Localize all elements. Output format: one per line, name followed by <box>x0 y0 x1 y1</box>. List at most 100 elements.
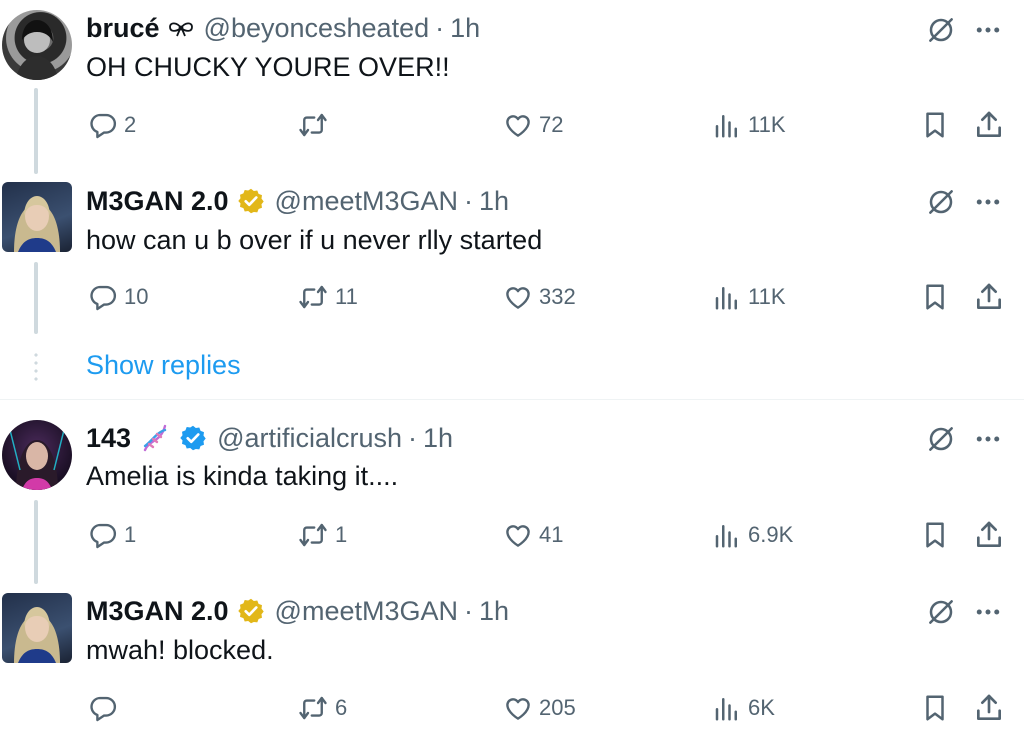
timestamp[interactable]: 1h <box>479 186 509 217</box>
views-count: 11K <box>748 284 786 309</box>
like-button[interactable]: 72 <box>503 110 563 140</box>
like-button[interactable]: 205 <box>503 693 576 723</box>
reply-button[interactable]: 10 <box>88 282 148 312</box>
reply-icon <box>88 520 118 550</box>
reply-icon <box>88 282 118 312</box>
repost-button[interactable]: 11 <box>297 282 358 312</box>
verified-badge-icon <box>237 597 265 625</box>
views-icon <box>712 282 742 312</box>
avatar-image <box>16 20 58 80</box>
tweet-text: how can u b over if u never rlly started <box>86 225 543 255</box>
views-icon <box>712 110 742 140</box>
reply-count: 10 <box>124 284 149 309</box>
user-handle[interactable]: @artificialcrush <box>217 423 402 454</box>
share-icon[interactable] <box>973 281 1005 313</box>
avatar[interactable] <box>2 10 72 80</box>
display-name[interactable]: M3GAN 2.0 <box>86 186 229 217</box>
repost-icon <box>297 110 329 140</box>
grok-icon[interactable] <box>925 596 957 628</box>
repost-icon <box>297 693 329 723</box>
like-icon <box>503 110 533 140</box>
separator-dot: · <box>408 422 418 453</box>
views-button[interactable]: 11K <box>712 282 786 312</box>
reply-count: 2 <box>124 112 137 137</box>
tweet-text: Amelia is kinda taking it.... <box>86 461 399 491</box>
views-count: 11K <box>748 112 786 137</box>
avatar[interactable] <box>2 420 72 490</box>
grok-icon[interactable] <box>925 186 957 218</box>
tweet[interactable]: M3GAN 2.0 @meetM3GAN · 1h how can u b ov… <box>0 170 1024 350</box>
separator-dot: · <box>464 595 473 626</box>
tweet[interactable]: brucé @beyoncesheated · 1h OH CHUCKY YOU… <box>0 0 1024 174</box>
bookmark-icon[interactable] <box>920 693 950 723</box>
like-icon <box>503 693 533 723</box>
avatar[interactable] <box>2 593 72 663</box>
more-options-icon[interactable] <box>973 15 1003 45</box>
separator-dot: · <box>435 12 445 43</box>
tweet-text: OH CHUCKY YOURE OVER!! <box>86 52 450 82</box>
share-icon[interactable] <box>973 519 1005 551</box>
like-button[interactable]: 41 <box>503 520 563 550</box>
repost-icon <box>297 282 329 312</box>
user-handle[interactable]: @meetM3GAN <box>275 596 458 627</box>
bow-icon <box>168 18 194 38</box>
more-options-icon[interactable] <box>973 187 1003 217</box>
reply-button[interactable]: 2 <box>88 110 136 140</box>
grok-icon[interactable] <box>925 14 957 46</box>
like-count: 72 <box>539 112 564 137</box>
views-count: 6K <box>748 695 775 720</box>
thread-line <box>34 262 38 334</box>
avatar-image <box>9 429 65 490</box>
repost-button[interactable]: 1 <box>297 520 347 550</box>
views-button[interactable]: 6K <box>712 693 775 723</box>
show-replies-link[interactable]: Show replies <box>86 350 241 381</box>
timestamp[interactable]: 1h <box>450 13 480 44</box>
like-count: 205 <box>539 695 576 720</box>
share-icon[interactable] <box>973 109 1005 141</box>
repost-button[interactable]: 6 <box>297 693 347 723</box>
bookmark-icon[interactable] <box>920 282 950 312</box>
user-handle[interactable]: @beyoncesheated <box>204 13 430 44</box>
display-name[interactable]: 143 <box>86 423 131 454</box>
like-count: 41 <box>539 522 564 547</box>
reply-icon <box>88 110 118 140</box>
separator-dot: · <box>464 185 473 216</box>
like-icon <box>503 520 533 550</box>
bookmark-icon[interactable] <box>920 520 950 550</box>
avatar[interactable] <box>2 182 72 252</box>
repost-count: 6 <box>335 695 348 720</box>
views-icon <box>712 693 742 723</box>
repost-button[interactable] <box>297 110 335 140</box>
views-icon <box>712 520 742 550</box>
grok-icon[interactable] <box>925 423 957 455</box>
like-button[interactable]: 332 <box>503 282 576 312</box>
repost-count: 11 <box>335 284 358 309</box>
reply-button[interactable]: 1 <box>88 520 136 550</box>
bookmark-icon[interactable] <box>920 110 950 140</box>
like-icon <box>503 282 533 312</box>
display-name[interactable]: brucé <box>86 13 160 44</box>
tweet[interactable]: 143 @artificialcrush · 1h Amelia is kind… <box>0 400 1024 584</box>
repost-count: 1 <box>335 522 348 547</box>
display-name[interactable]: M3GAN 2.0 <box>86 596 229 627</box>
reply-icon <box>88 693 118 723</box>
more-options-icon[interactable] <box>973 424 1003 454</box>
views-button[interactable]: 6.9K <box>712 520 793 550</box>
dna-emoji-icon <box>139 422 171 454</box>
more-options-icon[interactable] <box>973 597 1003 627</box>
views-button[interactable]: 11K <box>712 110 786 140</box>
thread-dotted-line <box>34 351 38 383</box>
like-count: 332 <box>539 284 576 309</box>
timestamp[interactable]: 1h <box>479 596 509 627</box>
user-handle[interactable]: @meetM3GAN <box>275 186 458 217</box>
reply-button[interactable] <box>88 693 124 723</box>
tweet[interactable]: M3GAN 2.0 @meetM3GAN · 1h mwah! blocked.… <box>0 580 1024 735</box>
avatar-image <box>14 607 60 663</box>
views-count: 6.9K <box>748 522 794 547</box>
thread-line <box>34 88 38 174</box>
verified-badge-icon <box>179 424 207 452</box>
thread-line <box>34 500 38 584</box>
timestamp[interactable]: 1h <box>423 423 453 454</box>
share-icon[interactable] <box>973 692 1005 724</box>
avatar-image <box>14 196 60 252</box>
